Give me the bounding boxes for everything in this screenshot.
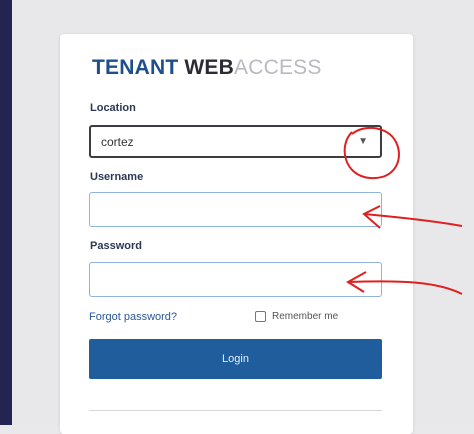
username-field[interactable] [89, 192, 382, 227]
window-edge [0, 0, 12, 425]
remember-me-label: Remember me [272, 311, 339, 322]
brand-web: WEB [184, 56, 234, 79]
brand-tenant: TENANT [92, 56, 179, 79]
location-value: cortez [101, 135, 134, 149]
login-card: TENANT WEBACCESS Location cortez ▼ Usern… [60, 34, 413, 434]
forgot-password-link[interactable]: Forgot password? [89, 311, 177, 323]
checkbox-icon[interactable] [255, 311, 266, 322]
location-select[interactable]: cortez ▼ [89, 125, 382, 158]
brand-access: ACCESS [234, 56, 322, 79]
app-logo: TENANT WEBACCESS [92, 56, 322, 80]
chevron-down-icon[interactable]: ▼ [358, 136, 368, 147]
password-label: Password [90, 240, 142, 252]
login-button[interactable]: Login [89, 339, 382, 379]
username-label: Username [90, 171, 144, 183]
location-label: Location [90, 102, 136, 114]
divider [89, 410, 382, 411]
password-field[interactable] [89, 262, 382, 297]
remember-me-option[interactable]: Remember me [255, 311, 338, 322]
